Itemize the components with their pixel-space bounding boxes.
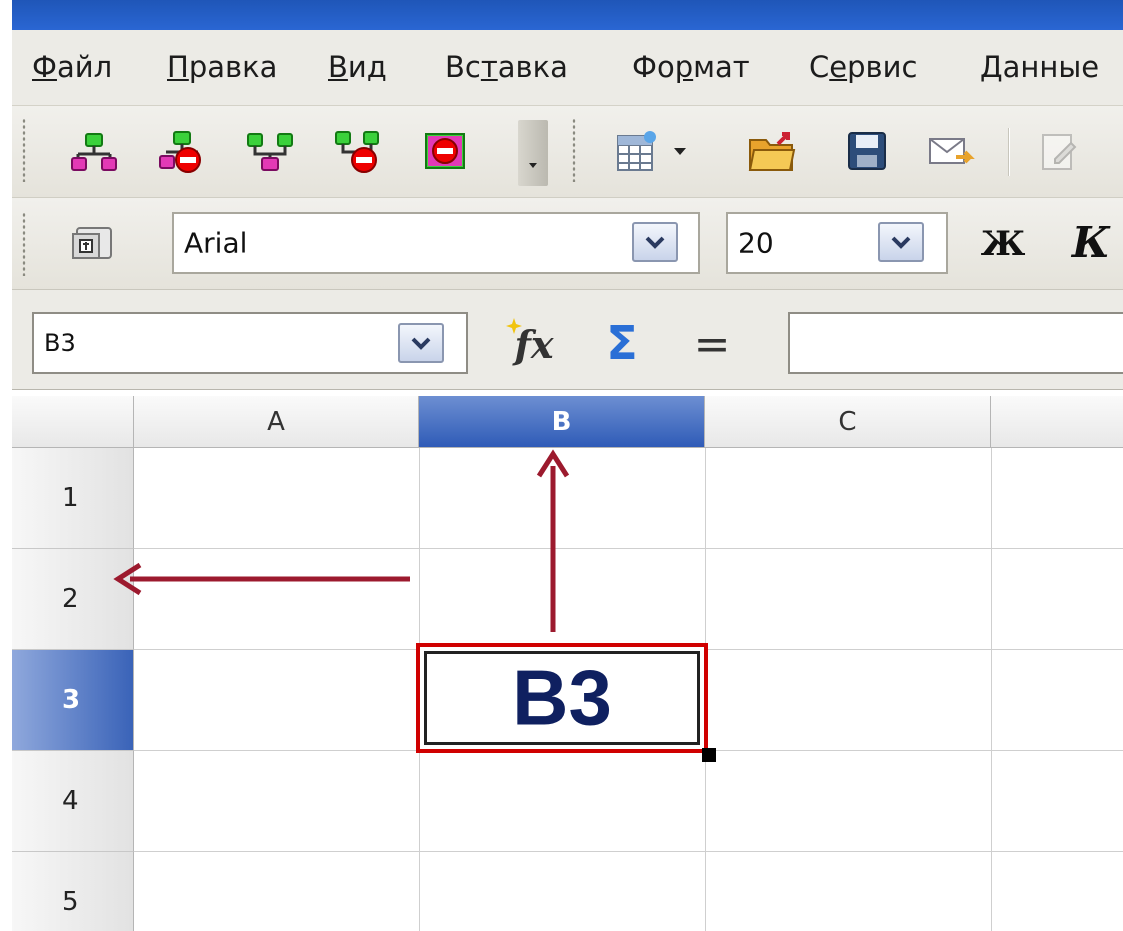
- chevron-down-icon: [645, 236, 665, 249]
- edit-file-icon[interactable]: [1034, 126, 1084, 176]
- formula-input[interactable]: [788, 312, 1123, 374]
- sparkle-icon: [506, 318, 522, 334]
- formula-bar: B3 fx Σ =: [12, 290, 1123, 390]
- menu-view[interactable]: Вид: [328, 50, 387, 84]
- remove-all-traces-icon[interactable]: [420, 128, 472, 176]
- menu-data[interactable]: Данные: [980, 50, 1099, 84]
- column-header-b[interactable]: B: [419, 396, 705, 448]
- function-button[interactable]: =: [684, 316, 740, 372]
- cell-b3[interactable]: B3: [416, 643, 708, 753]
- font-size-value: 20: [738, 226, 774, 260]
- remove-dependents-icon[interactable]: [332, 128, 384, 176]
- toolbar-grip[interactable]: [572, 118, 576, 182]
- select-all-corner[interactable]: [12, 396, 134, 448]
- row-header-2[interactable]: 2: [12, 549, 134, 650]
- grid-line: [991, 448, 992, 931]
- font-name-dropdown-button[interactable]: [632, 222, 678, 262]
- menu-insert[interactable]: Вставка: [445, 50, 568, 84]
- font-name-value: Arial: [184, 226, 248, 260]
- grid-line: [134, 548, 1123, 549]
- trace-precedents-icon[interactable]: [68, 128, 120, 176]
- remove-precedents-icon[interactable]: [156, 128, 208, 176]
- formatting-toolbar: Arial 20 Ж К: [12, 198, 1123, 290]
- standard-toolbar: [12, 106, 1123, 198]
- fill-handle[interactable]: [702, 748, 716, 762]
- column-header-a[interactable]: A: [134, 396, 419, 448]
- menu-format[interactable]: Формат: [632, 50, 750, 84]
- cell-b3-label: B3: [512, 653, 612, 742]
- title-bar: [12, 0, 1123, 30]
- function-wizard-button[interactable]: fx: [502, 316, 566, 372]
- save-icon[interactable]: [842, 126, 892, 176]
- italic-button[interactable]: К: [1064, 212, 1118, 272]
- new-document-dropdown-icon[interactable]: [666, 126, 694, 176]
- styles-icon[interactable]: [66, 220, 122, 268]
- send-email-icon[interactable]: [924, 126, 980, 176]
- new-document-icon[interactable]: [612, 126, 662, 176]
- font-size-dropdown-button[interactable]: [878, 222, 924, 262]
- column-header-d[interactable]: [991, 396, 1123, 448]
- toolbar-grip[interactable]: [22, 118, 26, 182]
- chevron-down-icon: [891, 236, 911, 249]
- row-header-5[interactable]: 5: [12, 852, 134, 931]
- open-folder-icon[interactable]: [744, 126, 800, 176]
- menu-file[interactable]: Файл: [32, 50, 112, 84]
- menu-tools[interactable]: Сервис: [809, 50, 917, 84]
- toolbar-grip[interactable]: [22, 212, 26, 276]
- column-header-c[interactable]: C: [705, 396, 991, 448]
- sum-button[interactable]: Σ: [594, 314, 650, 372]
- menu-edit[interactable]: Правка: [167, 50, 277, 84]
- chevron-down-icon: [411, 337, 431, 350]
- toolbar-separator: [1008, 128, 1010, 176]
- grid-line: [134, 851, 1123, 852]
- bold-button[interactable]: Ж: [976, 216, 1030, 272]
- trace-dependents-icon[interactable]: [244, 128, 296, 176]
- name-box-dropdown-button[interactable]: [398, 323, 444, 363]
- row-header-1[interactable]: 1: [12, 448, 134, 549]
- font-name-box[interactable]: Arial: [172, 212, 700, 274]
- row-header-3[interactable]: 3: [12, 650, 134, 751]
- name-box-value: B3: [44, 329, 76, 357]
- row-header-4[interactable]: 4: [12, 751, 134, 852]
- toolbar-overflow-button[interactable]: [518, 120, 548, 186]
- menu-bar: Файл Правка Вид Вставка Формат Сервис Да…: [12, 30, 1123, 106]
